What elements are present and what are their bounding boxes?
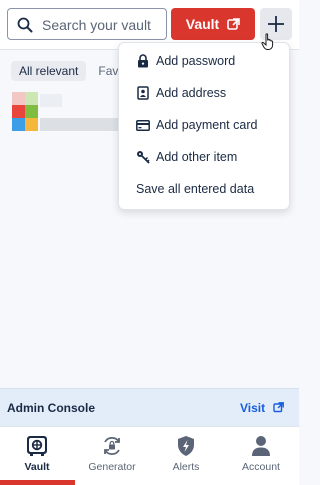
key-icon [137,151,150,164]
plus-icon [268,16,284,32]
nav-account-label: Account [242,461,280,473]
add-item-menu: Add password Add address Add payment car… [118,42,290,210]
menu-add-address[interactable]: Add address [119,78,289,108]
nav-generator[interactable]: Generator [75,427,149,482]
filter-all-relevant[interactable]: All relevant [11,61,87,81]
active-tab-indicator [0,480,75,485]
menu-add-other-item[interactable]: Add other item [119,142,289,172]
menu-add-payment-card[interactable]: Add payment card [119,110,289,140]
lock-icon [138,54,148,68]
hand-cursor-icon [261,33,274,50]
item-name-redacted [40,94,62,107]
shield-alert-icon [178,436,194,456]
admin-console-label: Admin Console [7,400,96,415]
filter-bar: All relevant Fav [11,60,118,82]
menu-add-password-label: Add password [156,54,236,68]
id-card-icon [137,86,149,100]
nav-vault-label: Vault [24,461,50,473]
nav-alerts[interactable]: Alerts [149,427,223,482]
vault-list-item[interactable] [12,92,122,132]
credit-card-icon [136,119,150,131]
filter-favorites[interactable]: Fav [98,64,118,78]
menu-add-other-item-label: Add other item [156,150,238,164]
vault-button[interactable]: Vault [171,8,255,40]
vault-icon [27,436,47,456]
menu-save-all-label: Save all entered data [136,182,255,196]
search-input[interactable] [42,15,164,35]
generator-icon [104,436,120,456]
menu-add-address-label: Add address [156,86,227,100]
search-box[interactable] [7,8,167,40]
nav-vault[interactable]: Vault [0,427,74,482]
nav-account[interactable]: Account [224,427,298,482]
admin-console-visit-link[interactable]: Visit [240,401,265,415]
admin-console-bar: Admin Console Visit [0,388,299,426]
menu-add-payment-card-label: Add payment card [156,118,258,132]
vault-button-label: Vault [185,16,220,32]
item-subtitle-redacted [40,118,122,131]
external-link-icon [227,17,241,30]
external-link-icon [273,402,284,413]
person-icon [252,436,270,456]
menu-save-all-entered-data[interactable]: Save all entered data [119,174,289,204]
search-icon [17,17,33,33]
nav-generator-label: Generator [88,461,136,473]
bottom-nav: Vault Generator Alerts Account [0,426,299,485]
nav-alerts-label: Alerts [172,461,200,473]
